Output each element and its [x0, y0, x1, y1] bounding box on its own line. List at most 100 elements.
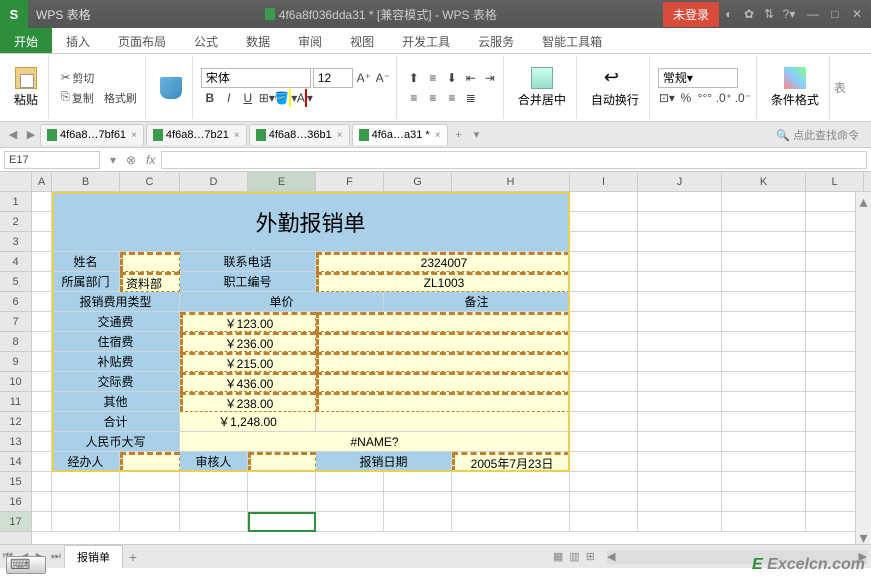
fx-icon[interactable]: fx [140, 153, 161, 167]
col-D[interactable]: D [180, 172, 248, 191]
cell[interactable] [32, 392, 52, 412]
cell[interactable] [32, 292, 52, 312]
val-p2[interactable]: ￥236.00 [180, 332, 316, 352]
tab-cloud[interactable]: 云服务 [464, 28, 528, 53]
cell[interactable] [570, 312, 638, 332]
remark-sum[interactable] [316, 412, 570, 432]
config-icon[interactable]: ✿ [739, 7, 759, 21]
align-bot-button[interactable]: ⬇ [443, 69, 461, 87]
cell[interactable] [722, 512, 806, 532]
justify-button[interactable]: ≣ [462, 89, 480, 107]
command-search[interactable]: 🔍 点此查找命令 [768, 127, 867, 143]
format-painter-button[interactable]: 格式刷 [100, 89, 141, 107]
cell[interactable] [180, 492, 248, 512]
cell[interactable] [570, 292, 638, 312]
cell[interactable] [570, 372, 638, 392]
cell[interactable] [570, 392, 638, 412]
select-all-corner[interactable] [0, 172, 32, 191]
cell[interactable] [316, 492, 384, 512]
minimize-button[interactable]: — [803, 7, 823, 21]
tab-tools[interactable]: 智能工具箱 [528, 28, 616, 53]
val-sum[interactable]: ￥1,248.00 [180, 412, 316, 432]
cell[interactable] [638, 432, 722, 452]
cell[interactable] [722, 312, 806, 332]
cell[interactable] [570, 412, 638, 432]
cond-format-button[interactable]: 条件格式 [765, 65, 825, 110]
cell[interactable] [570, 432, 638, 452]
row-2[interactable]: 2 [0, 212, 31, 232]
cell[interactable] [316, 472, 384, 492]
cell[interactable] [452, 492, 570, 512]
cell[interactable] [638, 352, 722, 372]
tab-start[interactable]: 开始 [0, 28, 52, 53]
format-brush-button[interactable] [154, 75, 188, 101]
cell[interactable] [638, 292, 722, 312]
tab-view[interactable]: 视图 [336, 28, 388, 53]
label-remark[interactable]: 备注 [384, 292, 570, 312]
cell[interactable] [722, 432, 806, 452]
doctab-1[interactable]: 4f6a8…7bf61× [40, 124, 144, 145]
skin-icon[interactable]: ◐ [719, 7, 739, 21]
cell[interactable] [722, 332, 806, 352]
val-p4[interactable]: ￥436.00 [180, 372, 316, 392]
col-I[interactable]: I [570, 172, 638, 191]
cell[interactable] [120, 512, 180, 532]
close-icon[interactable]: × [131, 130, 137, 141]
col-J[interactable]: J [638, 172, 722, 191]
cell[interactable] [32, 432, 52, 452]
border-button[interactable]: ⊞▾ [258, 89, 276, 107]
label-t4[interactable]: 交际费 [52, 372, 180, 392]
cell[interactable] [638, 192, 722, 212]
doctab-4[interactable]: 4f6a…a31 *× [352, 124, 448, 145]
col-B[interactable]: B [52, 172, 120, 191]
fx-cancel[interactable]: ⊗ [122, 153, 140, 167]
close-icon[interactable]: × [435, 130, 441, 141]
row-8[interactable]: 8 [0, 332, 31, 352]
cell[interactable] [638, 392, 722, 412]
col-F[interactable]: F [316, 172, 384, 191]
row-12[interactable]: 12 [0, 412, 31, 432]
tab-formula[interactable]: 公式 [180, 28, 232, 53]
cell[interactable] [638, 272, 722, 292]
login-button[interactable]: 未登录 [663, 2, 719, 27]
val-dept[interactable]: 资料部 [120, 272, 180, 292]
namebox-dropdown[interactable]: ▾ [104, 153, 122, 167]
row-4[interactable]: 4 [0, 252, 31, 272]
tab-insert[interactable]: 插入 [52, 28, 104, 53]
cell[interactable] [32, 332, 52, 352]
col-G[interactable]: G [384, 172, 452, 191]
cell[interactable] [722, 452, 806, 472]
doctab-add[interactable]: + [450, 129, 468, 141]
row-16[interactable]: 16 [0, 492, 31, 512]
remark-5[interactable] [316, 392, 570, 412]
cell[interactable] [722, 272, 806, 292]
bold-button[interactable]: B [201, 89, 219, 107]
merge-button[interactable]: 合并居中 [512, 65, 572, 110]
close-icon[interactable]: × [337, 130, 343, 141]
cell[interactable] [32, 412, 52, 432]
cell[interactable] [384, 512, 452, 532]
doctab-next[interactable]: ▶ [22, 128, 40, 141]
val-empno[interactable]: ZL1003 [316, 272, 570, 292]
doctab-2[interactable]: 4f6a8…7b21× [146, 124, 247, 145]
cell[interactable] [638, 212, 722, 232]
dec-decimal-button[interactable]: .0⁻ [734, 89, 752, 107]
font-combo[interactable]: 宋体 [201, 68, 311, 88]
val-p5[interactable]: ￥238.00 [180, 392, 316, 412]
indent-dec-button[interactable]: ⇤ [462, 69, 480, 87]
cell[interactable] [384, 472, 452, 492]
cell[interactable] [570, 512, 638, 532]
cell[interactable] [32, 272, 52, 292]
remark-2[interactable] [316, 332, 570, 352]
inc-decimal-button[interactable]: .0⁺ [715, 89, 733, 107]
currency-button[interactable]: ⊡▾ [658, 89, 676, 107]
val-phone[interactable]: 2324007 [316, 252, 570, 272]
cell[interactable] [452, 512, 570, 532]
copy-button[interactable]: ⎘ 复制 [57, 89, 98, 107]
italic-button[interactable]: I [220, 89, 238, 107]
row-13[interactable]: 13 [0, 432, 31, 452]
align-top-button[interactable]: ⬆ [405, 69, 423, 87]
label-phone[interactable]: 联系电话 [180, 252, 316, 272]
row-15[interactable]: 15 [0, 472, 31, 492]
tab-dev[interactable]: 开发工具 [388, 28, 464, 53]
